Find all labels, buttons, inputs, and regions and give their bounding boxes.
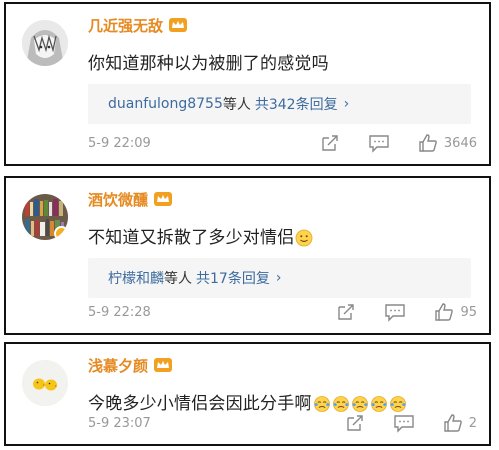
username-text[interactable]: 浅慕夕颜	[88, 357, 148, 375]
comment-text: 你知道那种以为被删了的感觉吗	[88, 54, 329, 74]
crying-emoji-icon	[332, 396, 349, 412]
share-button[interactable]	[320, 133, 340, 153]
comment-text-row: 今晚多少小情侣会因此分手啊	[88, 389, 407, 414]
comment-actions: 95	[336, 302, 477, 322]
thumbs-up-icon	[419, 134, 437, 152]
vip-crown-icon	[169, 18, 188, 32]
timestamp: 5-9 22:09	[88, 136, 151, 151]
comment-button[interactable]	[384, 302, 406, 322]
comment-footer: 5-9 22:28 95	[88, 302, 477, 323]
comment-text: 今晚多少小情侣会因此分手啊	[88, 394, 312, 414]
like-button[interactable]: 95	[434, 302, 477, 322]
share-button[interactable]	[336, 302, 356, 322]
share-icon	[347, 415, 363, 431]
vip-crown-icon	[154, 358, 173, 372]
reply-summary[interactable]: duanfulong8755 等人 共342条回复 ›	[88, 84, 471, 124]
chicks-avatar-icon	[22, 360, 68, 406]
vip-crown-icon	[154, 192, 173, 206]
like-count: 95	[460, 304, 477, 320]
avatar[interactable]	[22, 360, 68, 406]
comment-card: 几近强无敌 你知道那种以为被删了的感觉吗 duanfulong8755 等人 共…	[4, 2, 491, 166]
share-button[interactable]	[345, 413, 365, 433]
comment-actions: 2	[345, 413, 477, 433]
username-text[interactable]: 几近强无敌	[88, 17, 163, 35]
avatar[interactable]	[22, 194, 68, 240]
username[interactable]: 浅慕夕颜	[88, 355, 173, 376]
like-count: 3646	[443, 135, 477, 151]
verified-badge-icon	[54, 226, 68, 240]
anime-avatar-icon	[22, 20, 68, 66]
share-icon	[338, 304, 355, 320]
share-icon	[322, 135, 338, 151]
comment-button[interactable]	[368, 133, 390, 153]
like-button[interactable]: 3646	[418, 133, 477, 153]
thumbs-up-icon	[444, 414, 462, 432]
reply-middle-text: 等人	[164, 271, 192, 287]
reply-user-link[interactable]: 柠檬和麟	[108, 268, 164, 288]
reply-summary[interactable]: 柠檬和麟 等人 共17条回复 ›	[88, 258, 471, 298]
chevron-right-icon: ›	[275, 270, 282, 286]
crying-emoji-icon	[313, 396, 330, 412]
like-count: 2	[468, 415, 477, 431]
avatar[interactable]	[22, 20, 68, 66]
comment-card: 酒饮微醺 不知道又拆散了多少对情侣 柠檬和麟 等人 共17条回复 › 5-9 2…	[4, 176, 491, 335]
thumbs-up-icon	[435, 303, 454, 321]
comment-footer: 5-9 23:07 2	[88, 413, 477, 434]
comment-text-row: 不知道又拆散了多少对情侣	[88, 223, 313, 248]
timestamp: 5-9 23:07	[88, 416, 151, 431]
username[interactable]: 酒饮微醺	[88, 189, 173, 210]
comment-card: 浅慕夕颜 今晚多少小情侣会因此分手啊 5-9 23:07 2	[4, 342, 491, 446]
comment-icon	[394, 415, 414, 433]
chevron-right-icon: ›	[343, 96, 350, 112]
comment-icon	[369, 135, 389, 153]
comment-button[interactable]	[393, 413, 415, 433]
timestamp: 5-9 22:28	[88, 305, 151, 320]
reply-middle-text: 等人	[222, 97, 251, 113]
crying-emoji-icon	[389, 396, 406, 412]
like-button[interactable]: 2	[443, 413, 477, 433]
crying-emoji-icon	[370, 396, 387, 412]
comment-text: 不知道又拆散了多少对情侣	[88, 228, 295, 248]
username[interactable]: 几近强无敌	[88, 15, 188, 36]
reply-count-link[interactable]: 共342条回复	[255, 94, 338, 114]
comment-icon	[385, 304, 406, 322]
smile-emoji-icon	[296, 229, 313, 247]
crying-emoji-icon	[351, 396, 368, 412]
reply-user-link[interactable]: duanfulong8755	[108, 96, 223, 112]
comment-actions: 3646	[320, 133, 477, 153]
username-text[interactable]: 酒饮微醺	[88, 191, 148, 209]
comment-footer: 5-9 22:09 3646	[88, 133, 477, 154]
reply-count-link[interactable]: 共17条回复	[196, 268, 270, 288]
